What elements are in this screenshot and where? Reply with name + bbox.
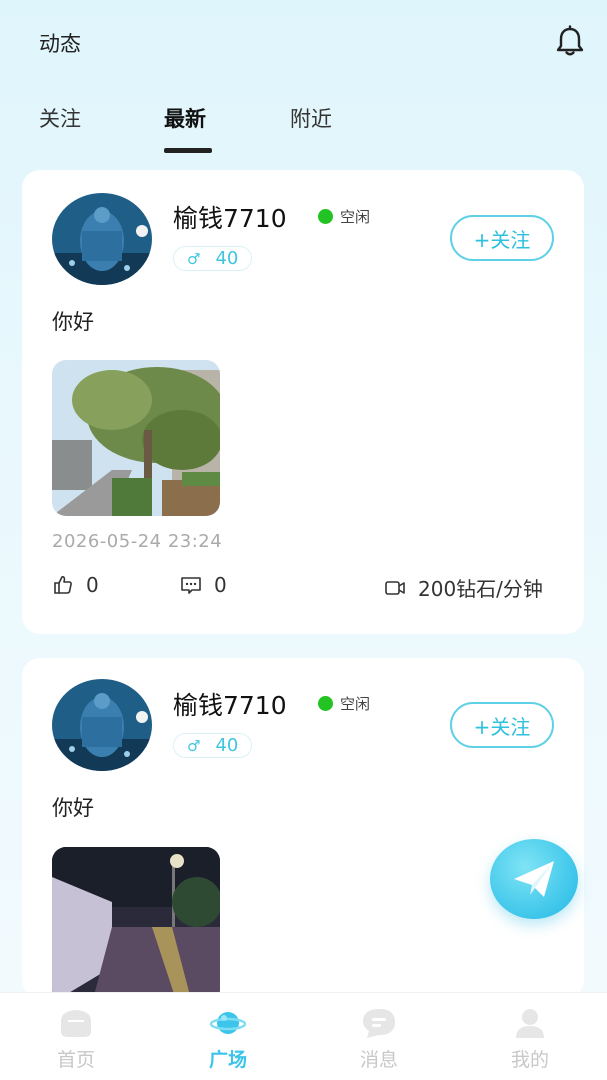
- paper-plane-icon: [514, 861, 554, 897]
- comment-icon: [181, 577, 201, 594]
- male-icon: ♂: [187, 249, 201, 268]
- post-image[interactable]: [52, 360, 220, 516]
- like-button[interactable]: 0: [52, 573, 99, 597]
- planet-icon: [210, 1012, 246, 1034]
- bottom-nav: 首页 广场 消息 我的: [0, 992, 607, 1080]
- status-text: 空闲: [340, 208, 371, 226]
- status-badge: 空闲: [318, 693, 370, 714]
- home-icon: [61, 1010, 91, 1037]
- post-image[interactable]: [52, 847, 220, 998]
- publish-fab[interactable]: [490, 839, 578, 919]
- post-card[interactable]: 榆钱7710 空闲 ♂ 40 +关注 你好: [22, 658, 584, 998]
- nav-label-square: 广场: [208, 1049, 247, 1071]
- nav-item-profile[interactable]: 我的: [480, 993, 580, 1080]
- age-text: 40: [215, 735, 239, 756]
- video-call-price[interactable]: 200钻石/分钟: [384, 573, 543, 602]
- feed-tabs: 关注 最新 附近: [0, 95, 607, 155]
- nav-item-square[interactable]: 广场: [178, 993, 278, 1080]
- message-icon: [363, 1009, 395, 1038]
- price-text: 200钻石/分钟: [418, 577, 543, 601]
- username[interactable]: 榆钱7710: [173, 686, 287, 722]
- online-dot-icon: [318, 209, 333, 224]
- avatar[interactable]: [52, 193, 152, 285]
- comment-count: 0: [214, 573, 227, 597]
- post-time: 2026-05-24 23:24: [52, 531, 223, 552]
- header: 动态: [0, 0, 607, 80]
- person-icon: [516, 1009, 544, 1038]
- gender-age-badge: ♂ 40: [173, 246, 252, 271]
- age-text: 40: [215, 248, 239, 269]
- nav-label-messages: 消息: [359, 1049, 398, 1071]
- follow-button[interactable]: +关注: [450, 215, 554, 261]
- gender-age-badge: ♂ 40: [173, 733, 252, 758]
- bell-icon[interactable]: [553, 24, 587, 58]
- male-icon: ♂: [187, 736, 201, 755]
- tab-latest[interactable]: 最新: [164, 103, 206, 133]
- nav-item-home[interactable]: 首页: [26, 993, 126, 1080]
- nav-item-messages[interactable]: 消息: [329, 993, 429, 1080]
- comment-button[interactable]: 0: [180, 573, 227, 597]
- online-dot-icon: [318, 696, 333, 711]
- follow-button[interactable]: +关注: [450, 702, 554, 748]
- post-text: 你好: [52, 796, 94, 820]
- post-actions: 0 0 200钻石/分钟: [22, 573, 584, 603]
- nav-label-home: 首页: [56, 1049, 95, 1071]
- tab-following[interactable]: 关注: [39, 103, 81, 133]
- thumbs-up-icon: [54, 575, 72, 594]
- tab-active-indicator: [164, 148, 212, 153]
- tab-nearby[interactable]: 附近: [290, 103, 332, 133]
- status-text: 空闲: [340, 695, 371, 713]
- nav-label-profile: 我的: [510, 1049, 549, 1071]
- post-text: 你好: [52, 310, 94, 334]
- status-badge: 空闲: [318, 206, 370, 227]
- page-title: 动态: [39, 32, 81, 56]
- like-count: 0: [86, 573, 99, 597]
- avatar[interactable]: [52, 679, 152, 771]
- video-icon: [385, 580, 405, 595]
- username[interactable]: 榆钱7710: [173, 199, 287, 235]
- post-card[interactable]: 榆钱7710 空闲 ♂ 40 +关注 你好 2026-05-24 23:24 0…: [22, 170, 584, 634]
